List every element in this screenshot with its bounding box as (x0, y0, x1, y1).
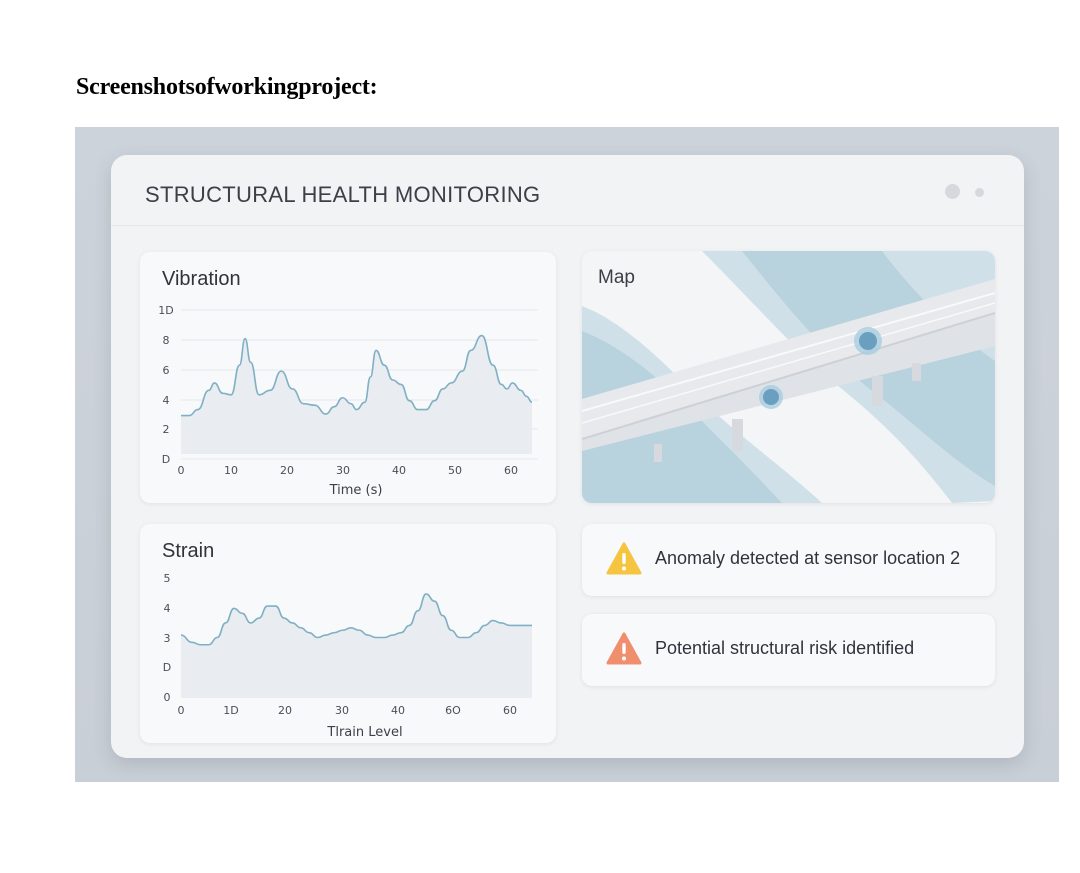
app-title: STRUCTURAL HEALTH MONITORING (145, 182, 541, 207)
strain-x-tick: 30 (335, 704, 349, 717)
vibration-x-tick: 60 (504, 464, 518, 477)
vibration-area-fill (181, 335, 532, 454)
alert-risk-text: Potential structural risk identified (655, 638, 915, 658)
bridge-pillar (732, 419, 743, 451)
strain-x-axis-label: Tlrain Level (326, 725, 402, 740)
screenshot-frame: STRUCTURAL HEALTH MONITORING Vibration 1… (75, 127, 1059, 782)
alert-risk[interactable]: Potential structural risk identified (582, 614, 995, 686)
strain-x-tick: 20 (278, 704, 292, 717)
vibration-y-tick: 8 (163, 334, 170, 347)
strain-y-tick: 0 (164, 691, 171, 704)
header-divider (111, 225, 1024, 226)
map-view[interactable] (582, 251, 995, 503)
vibration-y-tick: 6 (163, 364, 170, 377)
strain-y-tick: 3 (164, 632, 171, 645)
sensor-marker-2-core (859, 332, 877, 350)
strain-y-tick: D (163, 661, 171, 674)
vibration-x-tick: 40 (392, 464, 406, 477)
vibration-y-tick: 2 (163, 423, 170, 436)
map-title: Map (598, 267, 635, 288)
vibration-y-tick: 4 (163, 394, 170, 407)
vibration-card: Vibration 1D 8 6 4 2 D 0 10 20 30 40 50 60 Time (s) (140, 252, 556, 503)
strain-card: Strain 543D0 0 1D 20 30 40 6O 60 Tlrain Level (140, 524, 556, 743)
bridge-pillar (654, 444, 662, 462)
strain-y-tick: 4 (164, 602, 171, 615)
window-control-dot-small[interactable] (975, 188, 984, 197)
vibration-y-tick: D (162, 453, 170, 466)
strain-x-tick: 1D (223, 704, 238, 717)
strain-chart: 5 4 3 D 0 0 1D 20 30 40 6O 60 Tlrain Level (163, 572, 532, 740)
vibration-x-tick: 10 (224, 464, 238, 477)
strain-area-fill (181, 593, 532, 698)
vibration-x-tick: 0 (178, 464, 185, 477)
strain-x-tick: 6O (445, 704, 461, 717)
alert-anomaly-text: Anomaly detected at sensor location 2 (655, 548, 961, 568)
window-control-dot[interactable] (945, 184, 960, 199)
vibration-chart: 1D 8 6 4 2 D 0 10 20 30 40 50 60 Time (s) (158, 304, 538, 498)
bridge-pillar (872, 376, 883, 406)
bridge-pillar (912, 363, 921, 381)
alert-anomaly[interactable]: Anomaly detected at sensor location 2 (582, 524, 995, 596)
risk-triangle-icon (606, 632, 642, 665)
dashboard-window: STRUCTURAL HEALTH MONITORING Vibration 1… (111, 155, 1024, 758)
warning-triangle-icon (606, 542, 642, 575)
vibration-x-tick: 50 (448, 464, 462, 477)
sensor-marker-1-core (763, 389, 779, 405)
vibration-x-tick: 30 (336, 464, 350, 477)
strain-x-tick: 60 (503, 704, 517, 717)
strain-y-tick: 5 (164, 572, 171, 585)
strain-x-tick: 40 (391, 704, 405, 717)
strain-x-tick: 0 (178, 704, 185, 717)
map-card[interactable]: Map (582, 251, 995, 503)
vibration-x-tick: 20 (280, 464, 294, 477)
document-heading: Screenshotsofworkingproject: (76, 74, 378, 100)
vibration-y-tick: 1D (158, 304, 173, 317)
vibration-x-axis-label: Time (s) (329, 483, 383, 498)
